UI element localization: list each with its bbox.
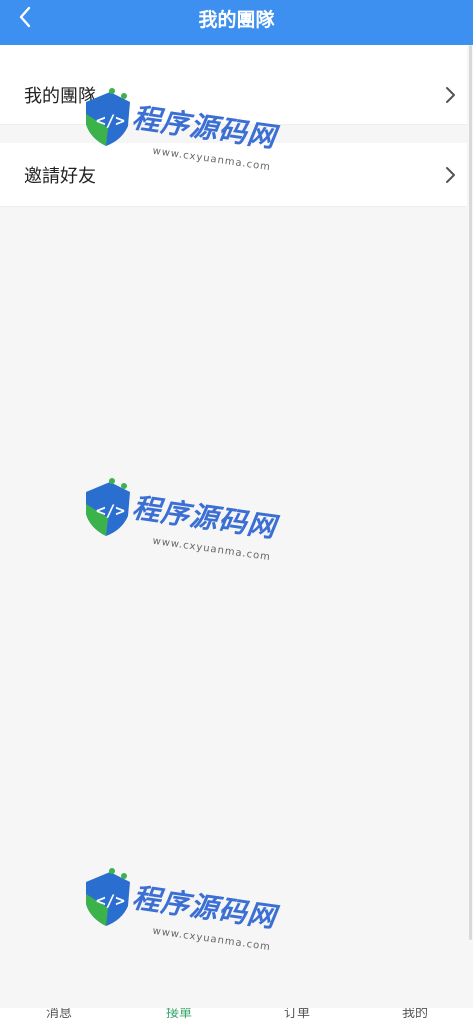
menu-item-invite-friends[interactable]: 邀請好友 bbox=[0, 143, 467, 207]
watermark-url: www.cxyuanma.com bbox=[151, 925, 272, 954]
watermark-logo: </> 程序源码网 www.cxyuanma.com bbox=[82, 868, 282, 968]
bottom-tab-bar: 消息 接單 订单 我的 bbox=[0, 1008, 473, 1024]
watermark-url: www.cxyuanma.com bbox=[151, 535, 272, 564]
tab-messages[interactable]: 消息 bbox=[46, 1008, 72, 1021]
top-navigation-bar: 我的團隊 bbox=[0, 0, 473, 45]
chevron-right-icon bbox=[446, 86, 455, 103]
page-title: 我的團隊 bbox=[198, 9, 275, 31]
chevron-right-icon bbox=[446, 166, 455, 183]
menu-item-label: 邀請好友 bbox=[24, 165, 96, 187]
watermark-logo: </> 程序源码网 www.cxyuanma.com bbox=[82, 478, 282, 578]
tab-orders-accept[interactable]: 接單 bbox=[166, 1008, 192, 1021]
app-screen: 我的團隊 我的團隊 邀請好友 </> 程序源码网 www.cxyuanma.co… bbox=[0, 0, 473, 1024]
scrollbar[interactable] bbox=[469, 45, 472, 940]
watermark-brand: 程序源码网 bbox=[130, 491, 279, 544]
menu-list: 我的團隊 邀請好友 bbox=[0, 45, 467, 207]
watermark-brand: 程序源码网 bbox=[130, 881, 279, 934]
svg-text:</>: </> bbox=[96, 891, 125, 910]
menu-item-my-team[interactable]: 我的團隊 bbox=[0, 45, 467, 125]
tab-mine[interactable]: 我的 bbox=[402, 1008, 428, 1021]
svg-text:</>: </> bbox=[96, 501, 125, 520]
tab-orders[interactable]: 订单 bbox=[284, 1008, 310, 1021]
menu-item-label: 我的團隊 bbox=[24, 85, 96, 107]
shield-logo-icon: </> bbox=[86, 868, 130, 926]
shield-logo-icon: </> bbox=[86, 478, 130, 536]
